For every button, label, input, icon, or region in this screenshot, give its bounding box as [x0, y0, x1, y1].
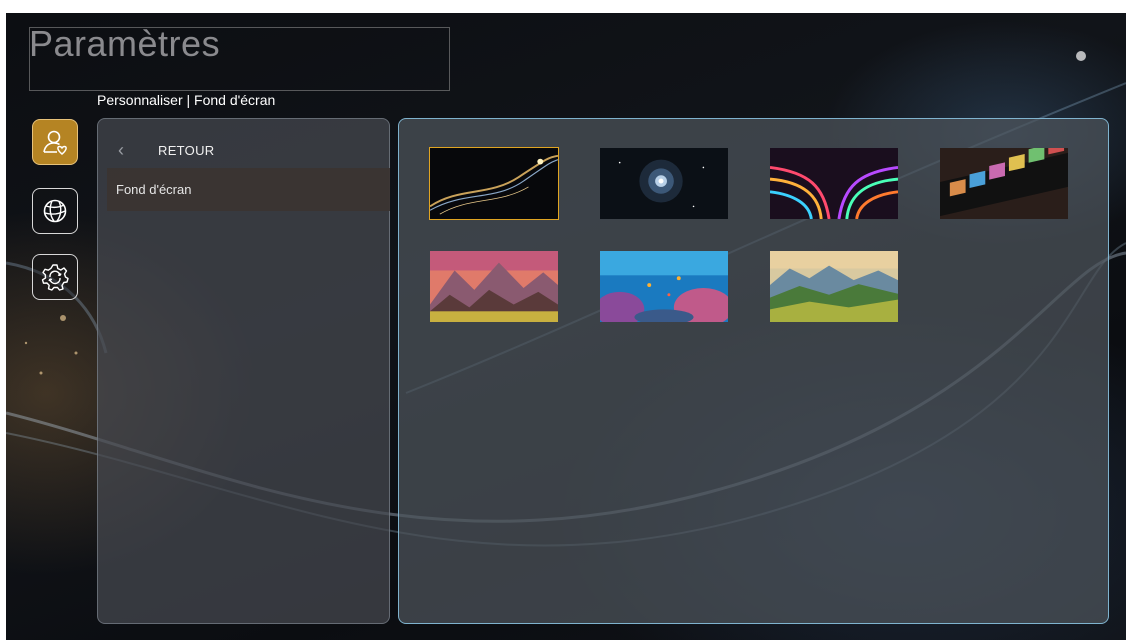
wallpaper-image — [600, 148, 728, 219]
page-title: Paramètres — [29, 23, 221, 64]
sidebar-item-network[interactable] — [32, 188, 78, 234]
wallpaper-image — [940, 148, 1068, 219]
sidebar-item-personalize[interactable] — [32, 119, 78, 165]
wallpaper-gallery — [398, 118, 1109, 624]
wallpaper-thumb-colorful-light-streaks[interactable] — [769, 147, 899, 220]
wallpaper-image — [770, 148, 898, 219]
wallpaper-thumb-film-strip[interactable] — [939, 147, 1069, 220]
wallpaper-image — [770, 251, 898, 322]
settings-screen: Paramètres Personnaliser | Fond d'écran — [6, 13, 1126, 640]
chevron-left-icon: ‹ — [118, 139, 124, 160]
back-label: RETOUR — [158, 142, 215, 158]
sidebar-item-system[interactable] — [32, 254, 78, 300]
wallpaper-thumb-dark-gold-waves[interactable] — [429, 147, 559, 220]
wallpaper-thumb-coral-reef[interactable] — [599, 250, 729, 323]
breadcrumb: Personnaliser | Fond d'écran — [97, 92, 276, 108]
wallpaper-thumb-green-valley[interactable] — [769, 250, 899, 323]
back-button[interactable]: ‹ RETOUR — [118, 139, 214, 161]
menu-item-wallpaper[interactable]: Fond d'écran — [107, 168, 390, 211]
wallpaper-image — [600, 251, 728, 322]
wallpaper-image — [430, 251, 558, 322]
user-heart-icon — [43, 130, 67, 155]
submenu-panel: ‹ RETOUR Fond d'écran — [97, 118, 390, 624]
wallpaper-thumb-space-nebula[interactable] — [599, 147, 729, 220]
wallpaper-thumb-mountain-sunset[interactable] — [429, 250, 559, 323]
globe-icon — [43, 199, 67, 223]
menu-item-label: Fond d'écran — [116, 182, 192, 197]
wallpaper-image — [430, 148, 558, 219]
gear-icon — [41, 264, 69, 291]
